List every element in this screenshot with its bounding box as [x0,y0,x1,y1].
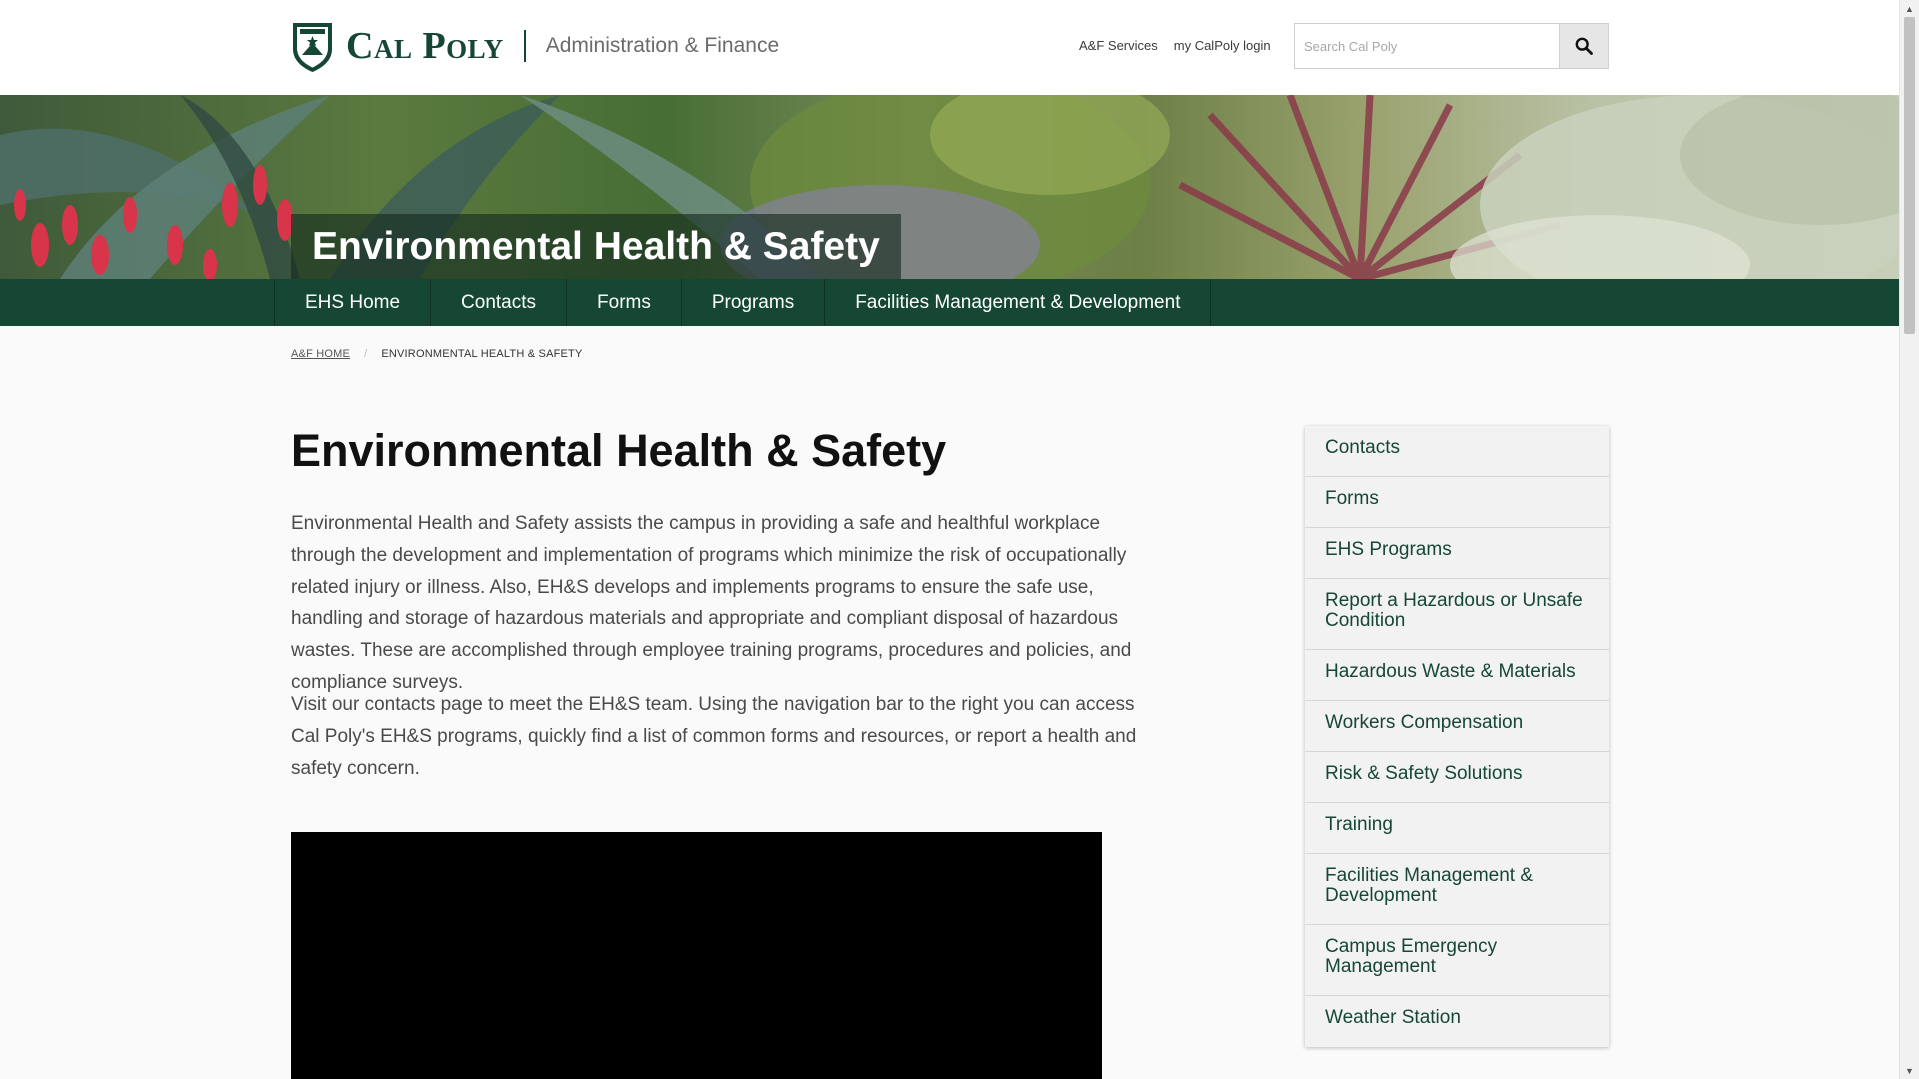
brand-divider [523,30,526,62]
video-player[interactable] [291,832,1102,1079]
page-scrollbar[interactable]: ▲ ▼ [1899,0,1919,1079]
sidebar-item-hazardous-waste[interactable]: Hazardous Waste & Materials [1305,650,1609,701]
breadcrumb-home-link[interactable]: A&F HOME [291,348,350,360]
search-icon [1575,37,1593,55]
scroll-down-arrow-icon[interactable]: ▼ [1900,1062,1919,1079]
sidebar-item-weather-station[interactable]: Weather Station [1305,996,1609,1047]
unit-name[interactable]: Administration & Finance [546,34,779,58]
sidebar-item-training[interactable]: Training [1305,803,1609,854]
sidebar-item-ehs-programs[interactable]: EHS Programs [1305,528,1609,579]
banner-title: Environmental Health & Safety [291,214,901,279]
breadcrumb-separator: / [364,348,368,360]
nav-item-facilities-management[interactable]: Facilities Management & Development [825,279,1212,326]
intro-paragraph: Environmental Health and Safety assists … [291,513,1132,693]
breadcrumb: A&F HOME / ENVIRONMENTAL HEALTH & SAFETY [291,348,583,360]
main-nav: EHS Home Contacts Forms Programs Facilit… [0,279,1899,326]
hero-banner: Environmental Health & Safety [0,95,1899,279]
scroll-up-arrow-icon[interactable]: ▲ [1900,0,1919,17]
utility-nav: A&F Services my CalPoly login [1079,38,1271,53]
nav-item-programs[interactable]: Programs [682,279,826,326]
plants-banner-image [0,95,1899,279]
breadcrumb-current: ENVIRONMENTAL HEALTH & SAFETY [381,348,583,360]
sidebar-item-campus-emergency[interactable]: Campus Emergency Management [1305,925,1609,996]
sidebar-item-forms[interactable]: Forms [1305,477,1609,528]
cal-poly-wordmark: Cal Poly [346,25,504,67]
sidebar-nav: Contacts Forms EHS Programs Report a Haz… [1305,426,1609,1047]
nav-item-contacts[interactable]: Contacts [431,279,568,326]
nav-item-forms[interactable]: Forms [567,279,682,326]
cal-poly-logo-link[interactable]: Cal Poly Administration & Finance [291,19,779,73]
search-box [1294,23,1609,69]
contacts-paragraph: Visit our contacts page to meet the EH&S… [291,694,1137,779]
nav-item-ehs-home[interactable]: EHS Home [275,279,432,326]
my-calpoly-login-link[interactable]: my CalPoly login [1174,38,1271,53]
search-button[interactable] [1559,24,1608,68]
page: Cal Poly Administration & Finance A&F Se… [0,0,1899,1079]
sidebar-item-risk-safety[interactable]: Risk & Safety Solutions [1305,752,1609,803]
page-title: Environmental Health & Safety [291,425,947,476]
site-header: Cal Poly Administration & Finance A&F Se… [0,0,1899,95]
scrollbar-thumb[interactable] [1904,17,1915,334]
af-services-link[interactable]: A&F Services [1079,38,1158,53]
sidebar-item-facilities-management[interactable]: Facilities Management & Development [1305,854,1609,925]
search-input[interactable] [1295,24,1559,68]
sidebar-item-contacts[interactable]: Contacts [1305,426,1609,477]
sidebar-item-report-hazard[interactable]: Report a Hazardous or Unsafe Condition [1305,579,1609,650]
sidebar-item-workers-compensation[interactable]: Workers Compensation [1305,701,1609,752]
cal-poly-shield-icon [293,23,332,72]
